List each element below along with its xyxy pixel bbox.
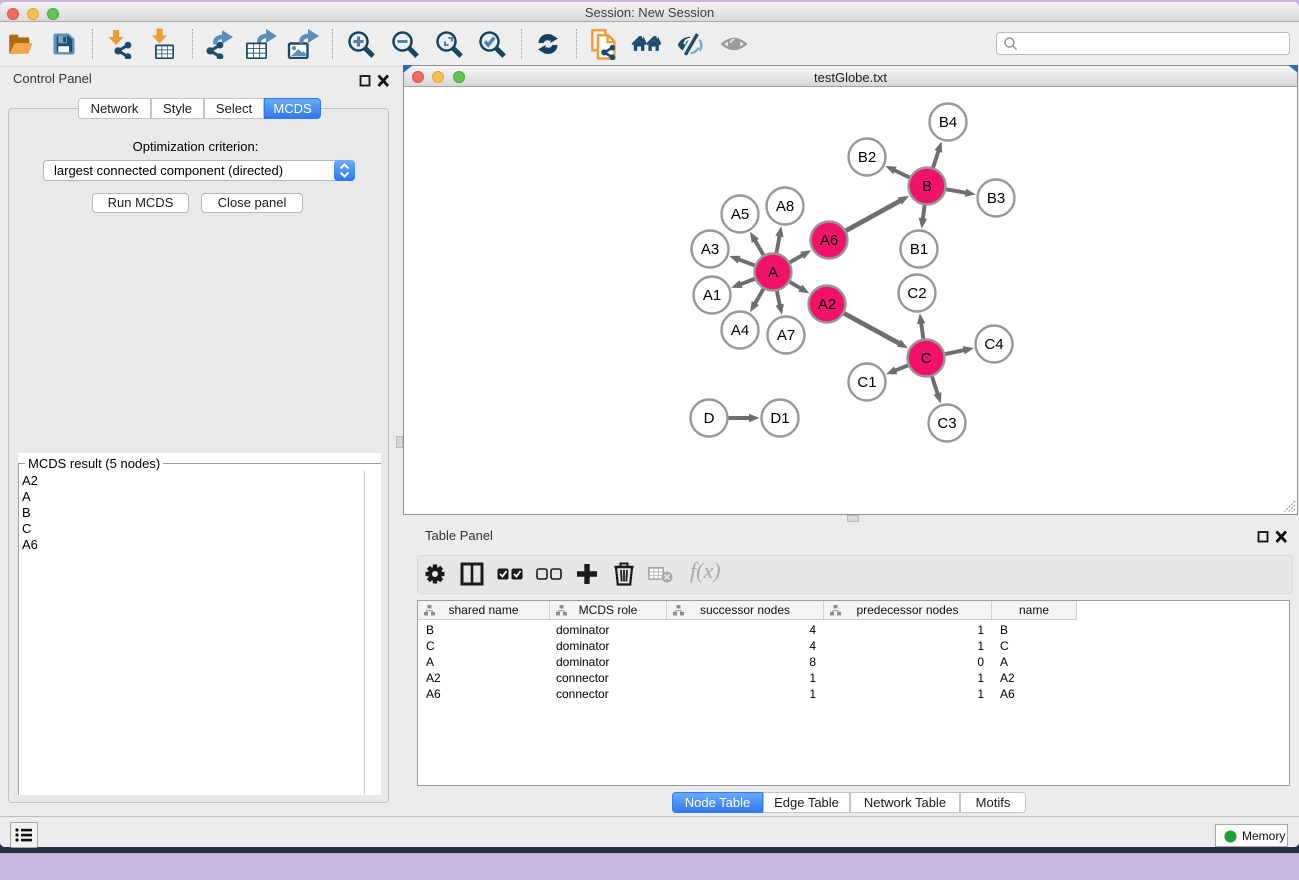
svg-text:B: B bbox=[922, 178, 932, 195]
svg-text:B1: B1 bbox=[910, 241, 928, 258]
svg-text:A1: A1 bbox=[703, 287, 721, 304]
svg-text:C1: C1 bbox=[857, 374, 876, 391]
svg-text:A5: A5 bbox=[731, 206, 749, 223]
svg-text:C2: C2 bbox=[907, 285, 926, 302]
svg-text:D1: D1 bbox=[770, 410, 789, 427]
svg-text:C: C bbox=[921, 350, 932, 367]
svg-text:B2: B2 bbox=[858, 149, 876, 166]
svg-text:B3: B3 bbox=[987, 190, 1005, 207]
svg-text:A3: A3 bbox=[701, 241, 719, 258]
svg-text:A2: A2 bbox=[818, 296, 836, 313]
svg-text:A: A bbox=[768, 264, 778, 281]
svg-text:A8: A8 bbox=[776, 198, 794, 215]
svg-text:D: D bbox=[704, 410, 715, 427]
svg-text:A7: A7 bbox=[777, 327, 795, 344]
svg-text:B4: B4 bbox=[939, 114, 957, 131]
svg-text:A6: A6 bbox=[820, 232, 838, 249]
svg-text:C4: C4 bbox=[984, 336, 1003, 353]
svg-text:A4: A4 bbox=[731, 322, 749, 339]
svg-text:C3: C3 bbox=[937, 415, 956, 432]
